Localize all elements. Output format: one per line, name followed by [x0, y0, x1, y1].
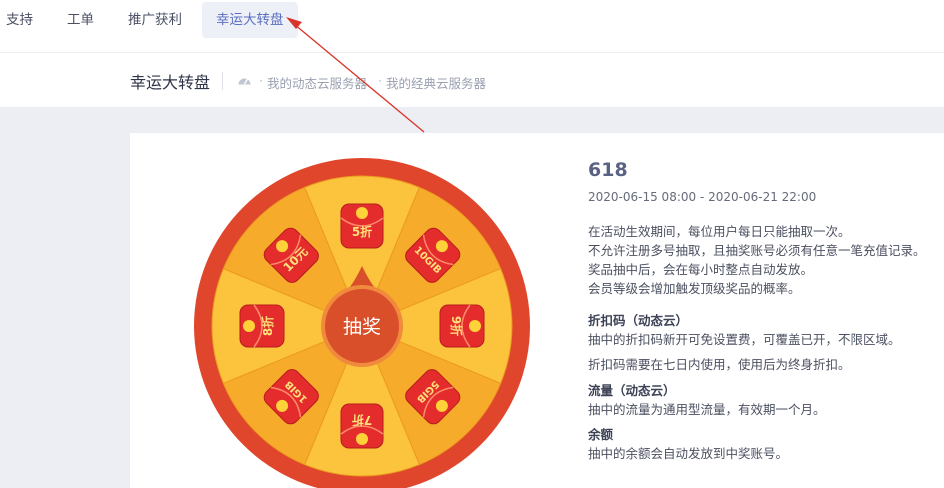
page-header: 幸运大转盘 · 我的动态云服务器 · 我的经典云服务器 — [0, 53, 944, 107]
prize-label: 8折 — [260, 316, 275, 336]
divider — [222, 72, 223, 90]
section-line: 抽中的流量为通用型流量，有效期一个月。 — [588, 402, 826, 417]
nav-item-tickets[interactable]: 工单 — [67, 2, 94, 38]
dashboard-icon[interactable] — [237, 74, 252, 86]
prize-envelope-icon: 9折 — [439, 304, 485, 348]
breadcrumb-classic-servers[interactable]: 我的经典云服务器 — [386, 73, 486, 92]
rule-line: 奖品抽中后，会在每小时整点自动发放。 — [588, 262, 814, 277]
prize-label: 7折 — [352, 413, 372, 428]
nav-item-support[interactable]: 支持 — [6, 2, 33, 38]
breadcrumb-dynamic-servers[interactable]: 我的动态云服务器 — [267, 73, 367, 92]
rule-line: 在活动生效期间，每位用户每日只能抽取一次。 — [588, 224, 851, 239]
prize-wheel: 5折 10GIB 9折 5GIB 7折 1GIB 8折 10元 抽奖 — [194, 158, 530, 488]
rule-line: 不允许注册多号抽取，且抽奖账号必须有任意一笔充值记录。 — [588, 243, 926, 258]
section-line: 折扣码需要在七日内使用，使用后为终身折扣。 — [588, 357, 851, 372]
section-title-balance: 余额 — [588, 427, 614, 442]
prize-envelope-icon: 5折 — [340, 203, 384, 249]
breadcrumb-separator: · — [378, 73, 382, 88]
nav-item-affiliate[interactable]: 推广获利 — [128, 2, 182, 38]
prize-envelope-icon: 8折 — [239, 304, 285, 348]
breadcrumb-separator: · — [259, 73, 263, 88]
prize-label: 9折 — [449, 316, 464, 336]
nav-item-lucky-wheel[interactable]: 幸运大转盘 — [202, 2, 298, 38]
prize-envelope-icon: 7折 — [340, 403, 384, 449]
spin-button-label[interactable]: 抽奖 — [343, 316, 381, 338]
event-name: 618 — [588, 159, 628, 181]
rule-line: 会员等级会增加触发顶级奖品的概率。 — [588, 281, 801, 296]
top-nav: 支持 工单 推广获利 幸运大转盘 — [0, 0, 944, 53]
section-title-discount: 折扣码（动态云） — [588, 313, 689, 328]
lucky-wheel-card: 5折 10GIB 9折 5GIB 7折 1GIB 8折 10元 抽奖 618 2020-06-1… — [130, 133, 944, 488]
section-title-traffic: 流量（动态云） — [588, 383, 676, 398]
section-line: 抽中的折扣码新开可免设置费，可覆盖已开，不限区域。 — [588, 332, 901, 347]
section-line: 抽中的余额会自动发放到中奖账号。 — [588, 446, 789, 461]
page-title: 幸运大转盘 — [130, 73, 211, 92]
event-time-range: 2020-06-15 08:00 - 2020-06-21 22:00 — [588, 190, 817, 204]
prize-label: 5折 — [352, 224, 372, 239]
